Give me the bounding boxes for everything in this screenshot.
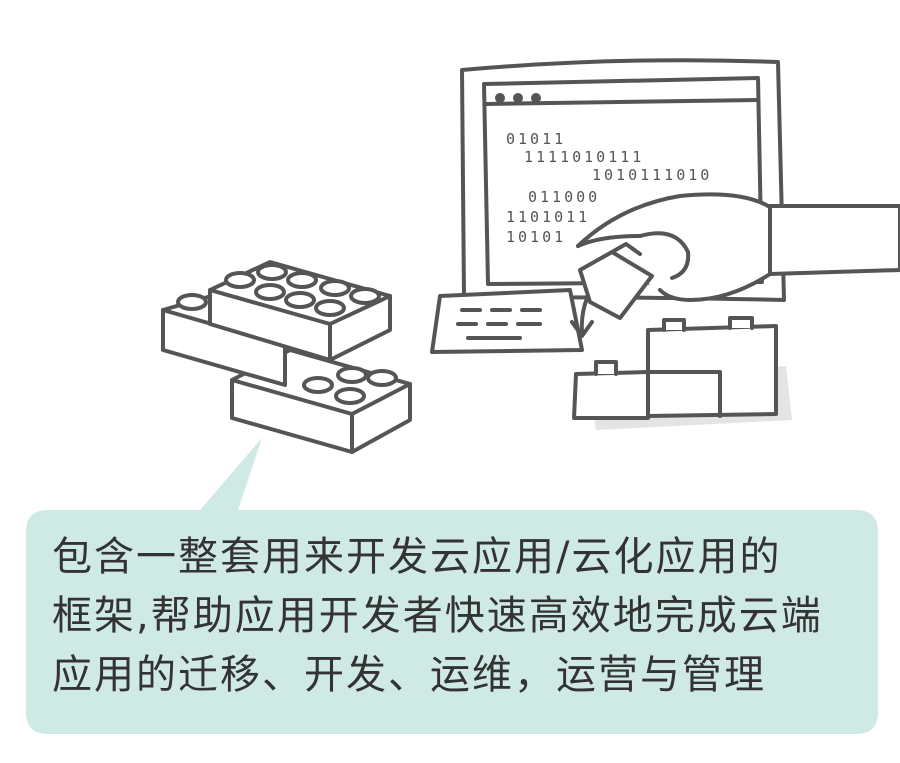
- caption-line: 框架,帮助应用开发者快速高效地完成云端: [52, 593, 823, 639]
- binary-line: 1111010111: [524, 148, 644, 166]
- lego-blocks-icon: [572, 316, 792, 430]
- caption-line: 应用的迁移、开发、运维，运营与管理: [52, 652, 766, 698]
- binary-line: 011000: [528, 188, 600, 206]
- binary-line: 10101: [506, 228, 566, 246]
- binary-line: 01011: [506, 130, 566, 148]
- binary-line: 1010111010: [592, 166, 712, 184]
- keyboard-icon: [430, 288, 584, 354]
- binary-line: 1101011: [506, 208, 590, 226]
- caption-line: 包含一整套用来开发云应用/云化应用的: [52, 534, 782, 580]
- caption-text: 包含一整套用来开发云应用/云化应用的 框架,帮助应用开发者快速高效地完成云端 应…: [52, 528, 867, 705]
- lego-brick-stack-icon: [161, 260, 412, 454]
